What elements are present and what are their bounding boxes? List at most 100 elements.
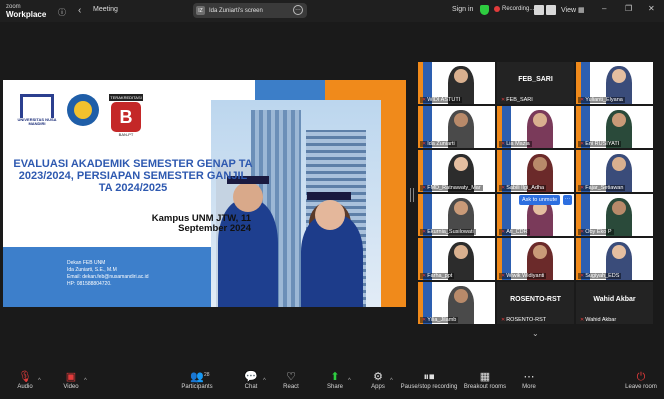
share-options-caret[interactable]: ^ (348, 378, 351, 384)
graduate-female-face (315, 200, 345, 230)
ask-more-button[interactable]: … (563, 195, 572, 205)
apps-options-caret[interactable]: ^ (390, 378, 393, 384)
pause-stop-label: Pause/stop recording (400, 384, 458, 390)
meeting-toolbar: 🎙 Audio ^ ▣ Video ^ 👥 Participants 28 💬 Chat… (0, 369, 664, 399)
participant-tile[interactable]: Wahid Akbar ✕ Wahid Akbar (576, 282, 653, 324)
chat-label: Chat (244, 384, 258, 390)
resize-handle[interactable] (410, 188, 414, 202)
participant-tile[interactable]: ✕ Ida Zuniarti (418, 106, 495, 148)
mic-muted-icon: ✕ (580, 185, 585, 191)
participant-face (612, 113, 626, 127)
mic-muted-icon: ✕ (501, 317, 506, 323)
chevron-left-icon[interactable]: ‹ (78, 5, 81, 16)
pause-stop-recording-button[interactable]: ⏸⏹ Pause/stop recording (400, 371, 458, 390)
screen-share-indicator[interactable]: IZ Ida Zuniarti's screen … (193, 3, 307, 18)
apps-button[interactable]: ⚙ Apps (367, 371, 389, 390)
participant-name-label: ✕ FMD_Ratnawaty_Mar (420, 185, 483, 191)
audio-button[interactable]: 🎙 Audio (12, 371, 38, 390)
breakout-rooms-button[interactable]: ▦ Breakout rooms (462, 371, 508, 390)
shield-icon[interactable] (480, 5, 489, 15)
participant-name-label: ✕ Lia Mazia (499, 141, 532, 147)
dekan-line: Email: dekan.feb@nusamandiri.ac.id (67, 274, 149, 280)
mic-muted-icon: ✕ (580, 141, 585, 147)
participant-name: Wiwik Widiyanti (506, 273, 545, 279)
participant-face (454, 69, 468, 83)
participant-name: Sabili Ilgi_Adha (506, 185, 545, 191)
video-button[interactable]: ▣ Video (58, 371, 84, 390)
video-options-caret[interactable]: ^ (84, 378, 87, 384)
participant-tile[interactable]: ✕ Yulianti_Elyana (576, 62, 653, 104)
mic-muted-icon: ✕ (501, 141, 506, 147)
participant-name-label: ✕ Eni RUSIYATI (578, 141, 622, 147)
info-icon[interactable]: ⓘ (58, 7, 66, 18)
dekan-line: Dekan FEB UNM (67, 260, 106, 266)
chat-icon: 💬 (244, 371, 258, 383)
minimize-button[interactable]: – (602, 4, 606, 13)
mic-muted-icon: ✕ (580, 229, 585, 235)
participant-tile[interactable]: ✕ Yilia_Jilamb (418, 282, 495, 324)
sign-in-link[interactable]: Sign in (452, 6, 473, 13)
participant-face (454, 157, 468, 171)
participant-name: Ati_CDR (506, 229, 528, 235)
participant-name-label: ✕ Wiwik Widiyanti (499, 273, 547, 279)
participant-tile[interactable]: ✕ Ekurnia_Susilowati (418, 194, 495, 236)
participant-face (612, 69, 626, 83)
view-menu[interactable]: View ▦ (561, 6, 585, 14)
unm-logo-text: UNIVERSITAS NUSA MANDIRI (17, 117, 57, 126)
slide-dekan-info: Dekan FEB UNM Ida Zuniarti, S.E., M.M Em… (67, 260, 149, 288)
maximize-button[interactable]: ❐ (625, 4, 632, 13)
chat-options-caret[interactable]: ^ (263, 378, 266, 384)
audio-label: Audio (17, 384, 33, 390)
participant-face (533, 113, 547, 127)
participant-tile[interactable]: ✕ Oby Eko P (576, 194, 653, 236)
mic-muted-icon: ✕ (422, 317, 427, 323)
more-button[interactable]: ⋯ More (518, 371, 540, 390)
accreditation-logo: TERAKREDITASI B BAN-PT (109, 94, 143, 137)
share-button[interactable]: ⬆ Share (324, 371, 346, 390)
participant-tile[interactable]: ✕ Sabili Ilgi_Adha (497, 150, 574, 192)
chat-button[interactable]: 💬 Chat (240, 371, 262, 390)
participant-name: FEB_SARI (506, 97, 533, 103)
participant-name-label: ✕ Oby Eko P (578, 229, 614, 235)
participant-name: Lia Mazia (506, 141, 530, 147)
participant-tile[interactable]: ✕ WIDI ASTUTI (418, 62, 495, 104)
react-label: React (283, 384, 299, 390)
participant-name-label: ✕ ROSENTO-RST (499, 317, 548, 323)
participant-tile[interactable]: ROSENTO-RST ✕ ROSENTO-RST (497, 282, 574, 324)
more-icon: ⋯ (523, 371, 535, 383)
more-options-icon[interactable]: … (293, 5, 303, 15)
breakout-rooms-label: Breakout rooms (463, 384, 507, 390)
close-button[interactable]: ✕ (648, 4, 655, 13)
participant-tile[interactable]: ✕ Wiwik Widiyanti (497, 238, 574, 280)
pause-recording-icon[interactable] (534, 5, 544, 15)
react-button[interactable]: ♡ React (280, 371, 302, 390)
participant-tile[interactable]: ✕ Fajar_Setiawan (576, 150, 653, 192)
participant-tile[interactable]: ✕ FMD_Ratnawaty_Mar (418, 150, 495, 192)
mic-muted-icon: ✕ (501, 97, 506, 103)
mic-muted-icon: ✕ (580, 97, 585, 103)
stop-recording-icon[interactable] (546, 5, 556, 15)
unm-logo-mark (20, 94, 54, 118)
meeting-label[interactable]: Meeting (93, 6, 118, 13)
audio-options-caret[interactable]: ^ (38, 378, 41, 384)
participant-tile[interactable]: ✕ Lia Mazia (497, 106, 574, 148)
mic-muted-icon: ✕ (501, 229, 506, 235)
participant-tile[interactable]: FEB_SARI ✕ FEB_SARI (497, 62, 574, 104)
zoom-app-window: zoom Workplace ⓘ ‹ Meeting IZ Ida Zuniar… (0, 0, 664, 399)
leave-room-button[interactable]: ⏻ Leave room (622, 371, 660, 390)
ask-to-unmute-button[interactable]: Ask to unmute (519, 195, 561, 205)
mic-muted-icon: ✕ (580, 317, 585, 323)
participant-tile[interactable]: ✕ Farha_ppt (418, 238, 495, 280)
sharer-avatar: IZ (196, 6, 205, 15)
more-label: More (522, 384, 536, 390)
accreditation-footer: BAN-PT (118, 132, 134, 137)
participant-face (454, 113, 468, 127)
heart-icon: ♡ (286, 371, 296, 383)
chevron-down-icon[interactable]: ⌄ (532, 329, 539, 338)
participant-tile[interactable]: ✕ Sugiyah_EDS (576, 238, 653, 280)
participant-face (612, 201, 626, 215)
mic-muted-icon: ✕ (422, 141, 427, 147)
participant-name: Yilia_Jilamb (427, 317, 457, 323)
participant-tile[interactable]: ✕ Eni RUSIYATI (576, 106, 653, 148)
share-label: Share (326, 384, 343, 390)
